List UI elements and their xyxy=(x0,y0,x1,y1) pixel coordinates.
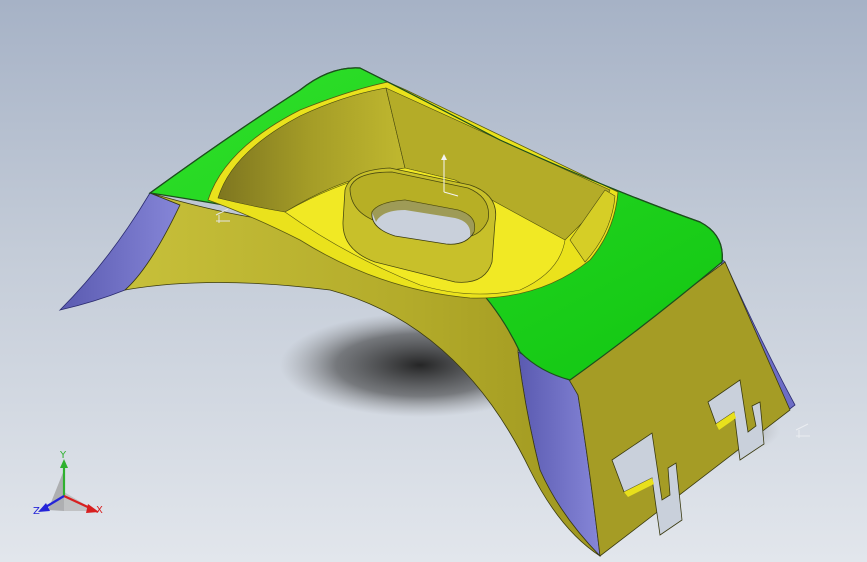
triad-x-label: X xyxy=(96,505,103,516)
model-canvas[interactable]: Y X Z xyxy=(0,0,867,562)
origin-marker-right xyxy=(795,423,810,438)
triad-z-label: Z xyxy=(33,506,40,517)
coordinate-triad[interactable]: Y X Z xyxy=(33,450,103,517)
graphics-viewport[interactable]: Y X Z xyxy=(0,0,867,562)
triad-y-label: Y xyxy=(59,450,67,461)
